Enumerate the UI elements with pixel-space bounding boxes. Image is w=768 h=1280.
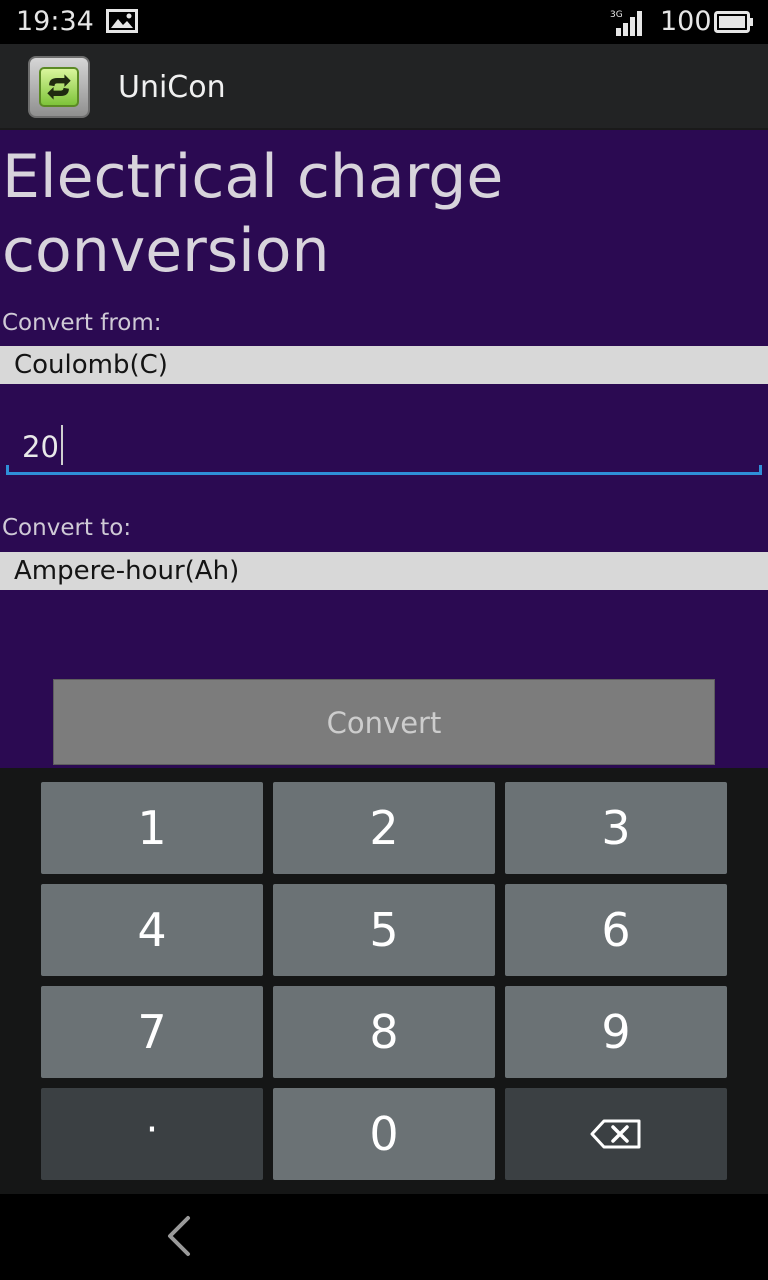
key-1[interactable]: 1 [41,782,263,874]
refresh-icon [39,67,79,107]
status-bar: 19:34 3G 100 [0,0,768,44]
key-5[interactable]: 5 [273,884,495,976]
key-2[interactable]: 2 [273,782,495,874]
numeric-keyboard: 1 2 3 4 5 6 7 8 9 · 0 [0,768,768,1194]
back-chevron-icon[interactable] [160,1214,200,1258]
input-underline-right-tick [759,465,762,475]
key-3[interactable]: 3 [505,782,727,874]
app-title: UniCon [118,70,226,105]
signal-icon: 3G [610,10,642,36]
action-bar: UniCon [0,44,768,130]
convert-button[interactable]: Convert [53,679,715,765]
text-caret [61,425,63,465]
key-9[interactable]: 9 [505,986,727,1078]
convert-to-select[interactable]: Ampere-hour(Ah) [0,552,768,590]
value-input-text: 20 [22,430,59,464]
key-4[interactable]: 4 [41,884,263,976]
convert-to-label: Convert to: [2,515,132,541]
convert-from-select[interactable]: Coulomb(C) [0,346,768,384]
backspace-icon [590,1119,641,1149]
page-title: Electrical charge conversion [2,142,504,286]
convert-from-label: Convert from: [2,310,162,336]
input-underline-left-tick [6,465,9,475]
key-6[interactable]: 6 [505,884,727,976]
value-input[interactable]: 20 [6,415,762,475]
input-underline [6,472,762,475]
key-decimal-point[interactable]: · [41,1088,263,1180]
key-7[interactable]: 7 [41,986,263,1078]
converter-panel: Electrical charge conversion Convert fro… [0,130,768,768]
network-type: 3G [610,10,623,20]
navigation-bar [0,1194,768,1280]
status-time: 19:34 [16,6,94,37]
gallery-icon [106,9,138,33]
key-0[interactable]: 0 [273,1088,495,1180]
battery-level: 100 [660,6,712,37]
key-8[interactable]: 8 [273,986,495,1078]
key-backspace[interactable] [505,1088,727,1180]
app-logo[interactable] [28,56,90,118]
battery-icon [714,11,753,33]
